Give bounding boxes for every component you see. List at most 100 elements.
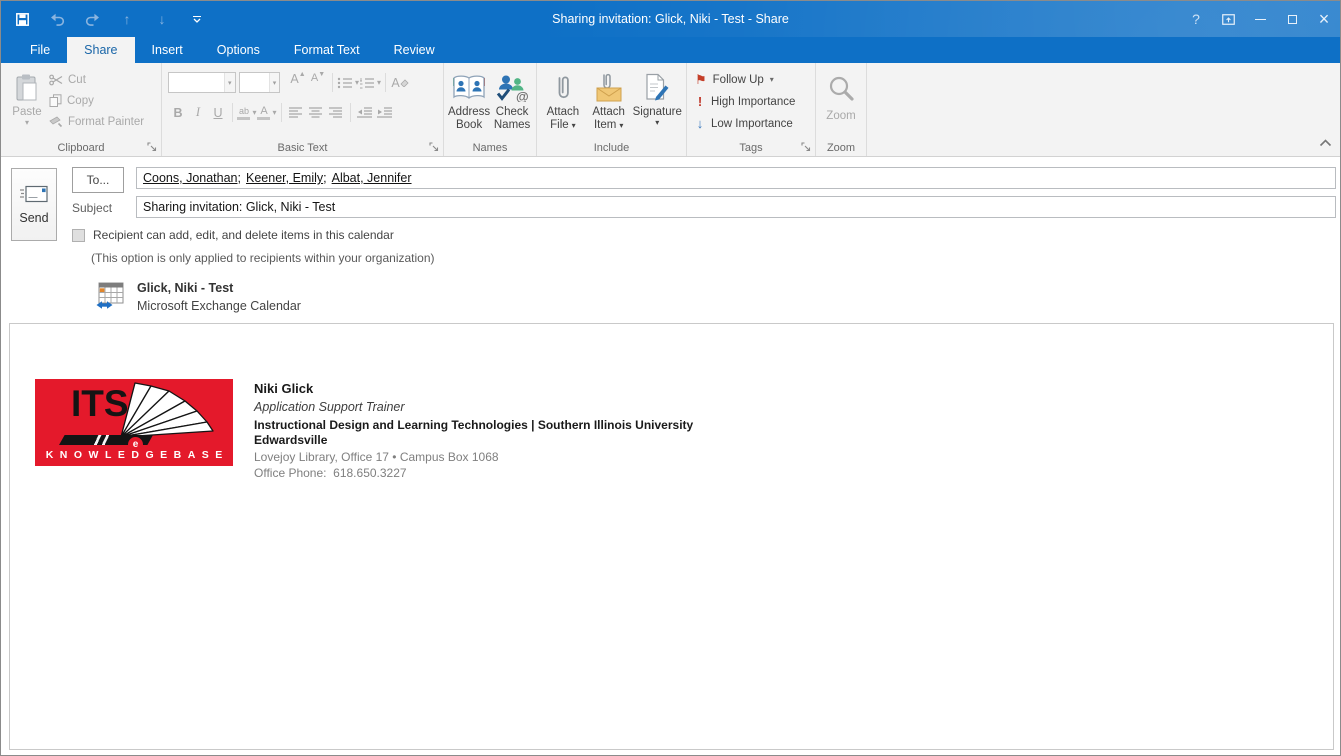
send-button[interactable]: Send <box>11 168 57 241</box>
align-left-button[interactable] <box>286 102 306 123</box>
ribbon-group-clipboard: Paste ▾ Cut Copy Format Painter <box>1 63 162 156</box>
address-book-icon <box>452 70 486 106</box>
font-name-caret-icon: ▾ <box>224 73 236 92</box>
shared-calendar-item: Glick, Niki - Test Microsoft Exchange Ca… <box>96 281 301 313</box>
permission-checkbox[interactable] <box>72 229 85 242</box>
increase-indent-button[interactable] <box>375 102 395 123</box>
zoom-button[interactable]: Zoom <box>818 65 864 137</box>
low-importance-button[interactable]: ↓ Low Importance <box>695 113 815 134</box>
decrease-indent-button[interactable] <box>355 102 375 123</box>
message-body[interactable]: ITS e KNOWLEDGEBASE Niki Glick Applicati… <box>9 323 1334 750</box>
ribbon-group-tags: ⚑ Follow Up ▾ ! High Importance ↓ Low Im… <box>687 63 816 156</box>
signature-phone: Office Phone: 618.650.3227 <box>254 466 693 480</box>
tags-dialog-launcher-icon[interactable] <box>800 141 812 153</box>
help-button[interactable]: ? <box>1180 1 1212 37</box>
names-group-label: Names <box>444 142 536 154</box>
bold-button[interactable]: B <box>168 102 188 123</box>
recipient[interactable]: Albat, Jennifer <box>332 171 412 185</box>
high-importance-button[interactable]: ! High Importance <box>695 91 815 112</box>
redo-icon[interactable] <box>83 10 101 28</box>
ribbon: Paste ▾ Cut Copy Format Painter <box>1 63 1340 157</box>
align-center-button[interactable] <box>306 102 326 123</box>
collapse-ribbon-button[interactable] <box>1319 134 1332 152</box>
subject-field[interactable]: Sharing invitation: Glick, Niki - Test <box>136 196 1336 218</box>
permission-note: (This option is only applied to recipien… <box>91 251 435 265</box>
basic-text-dialog-launcher-icon[interactable] <box>428 141 440 153</box>
permission-checkbox-label: Recipient can add, edit, and delete item… <box>93 228 394 242</box>
close-button[interactable]: × <box>1308 1 1340 37</box>
font-size-combo[interactable]: ▾ <box>239 72 280 93</box>
message-header: Send To... Coons, Jonathan; Keener, Emil… <box>1 157 1340 323</box>
quick-access-toolbar: ↑ ↓ <box>13 10 206 28</box>
recipient[interactable]: Coons, Jonathan <box>143 171 238 185</box>
cut-button[interactable]: Cut <box>49 69 144 90</box>
tab-file[interactable]: File <box>13 37 67 63</box>
clear-formatting-button[interactable]: A <box>390 72 410 93</box>
ribbon-display-options-button[interactable] <box>1212 1 1244 37</box>
copy-button[interactable]: Copy <box>49 90 144 111</box>
book-fan-icon <box>115 381 219 441</box>
logo-knowledgebase-text: KNOWLEDGEBASE <box>35 449 233 461</box>
clipboard-dialog-launcher-icon[interactable] <box>146 141 158 153</box>
tab-share[interactable]: Share <box>67 37 134 63</box>
align-right-button[interactable] <box>326 102 346 123</box>
underline-button[interactable]: U <box>208 102 228 123</box>
copy-icon <box>49 94 62 107</box>
numbering-button[interactable]: ▾ <box>359 72 381 93</box>
cut-icon <box>49 74 63 86</box>
its-knowledgebase-logo: ITS e KNOWLEDGEBASE <box>35 379 233 466</box>
shrink-font-button[interactable]: A▼ <box>308 72 328 93</box>
clipboard-group-label: Clipboard <box>1 142 161 154</box>
font-size-input[interactable] <box>240 73 269 92</box>
calendar-name: Glick, Niki - Test <box>137 281 301 295</box>
svg-text:@: @ <box>516 89 528 102</box>
signature-icon <box>644 70 670 106</box>
to-button[interactable]: To... <box>72 167 124 193</box>
attach-item-icon <box>594 70 624 106</box>
zoom-group-label: Zoom <box>816 142 866 154</box>
maximize-button[interactable] <box>1276 1 1308 37</box>
previous-item-icon[interactable]: ↑ <box>118 10 136 28</box>
signature-address: Lovejoy Library, Office 17 • Campus Box … <box>254 450 693 464</box>
signature-name: Niki Glick <box>254 381 693 396</box>
save-icon[interactable] <box>13 10 31 28</box>
follow-up-button[interactable]: ⚑ Follow Up ▾ <box>695 69 815 90</box>
include-group-label: Include <box>537 142 686 154</box>
format-painter-button[interactable]: Format Painter <box>49 111 144 132</box>
paste-button[interactable]: Paste ▾ <box>5 65 49 137</box>
tab-format-text[interactable]: Format Text <box>277 37 377 63</box>
next-item-icon[interactable]: ↓ <box>153 10 171 28</box>
ribbon-group-basic-text: ▾ ▾ A▲ A▼ ▾ <box>162 63 444 156</box>
bullets-button[interactable]: ▾ <box>337 72 359 93</box>
calendar-icon <box>96 281 124 309</box>
send-envelope-icon <box>19 184 49 204</box>
recipient[interactable]: Keener, Emily <box>246 171 323 185</box>
tab-review[interactable]: Review <box>377 37 452 63</box>
to-recipients-field[interactable]: Coons, Jonathan; Keener, Emily; Albat, J… <box>136 167 1336 189</box>
font-color-button[interactable]: A ▾ <box>257 102 277 123</box>
attach-file-button[interactable]: Attach File▾ <box>541 65 585 137</box>
attach-item-button[interactable]: Attach Item▾ <box>587 65 631 137</box>
check-names-button[interactable]: @ Check Names <box>492 65 532 137</box>
tab-options[interactable]: Options <box>200 37 277 63</box>
tab-insert[interactable]: Insert <box>135 37 200 63</box>
signature-organization: Instructional Design and Learning Techno… <box>254 418 693 447</box>
font-name-input[interactable] <box>169 73 224 92</box>
follow-up-flag-icon: ⚑ <box>695 73 707 86</box>
numbering-icon <box>359 77 375 89</box>
undo-icon[interactable] <box>48 10 66 28</box>
chevron-up-icon <box>1319 139 1332 147</box>
grow-font-button[interactable]: A▲ <box>288 72 308 93</box>
customize-qat-icon[interactable] <box>188 10 206 28</box>
font-name-combo[interactable]: ▾ <box>168 72 236 93</box>
ribbon-group-names: Address Book @ Check Names Names <box>444 63 537 156</box>
outlook-share-window: ↑ ↓ Sharing invitation: Glick, Niki - Te… <box>0 0 1341 756</box>
minimize-button[interactable] <box>1244 1 1276 37</box>
address-book-button[interactable]: Address Book <box>448 65 490 137</box>
text-highlight-button[interactable]: ab ▾ <box>237 102 257 123</box>
ribbon-group-include: Attach File▾ Attach Item▾ Signature ▾ <box>537 63 687 156</box>
signature-button[interactable]: Signature ▾ <box>633 65 682 137</box>
permission-checkbox-row: Recipient can add, edit, and delete item… <box>72 228 394 242</box>
attach-file-icon <box>554 70 572 106</box>
italic-button[interactable]: I <box>188 102 208 123</box>
